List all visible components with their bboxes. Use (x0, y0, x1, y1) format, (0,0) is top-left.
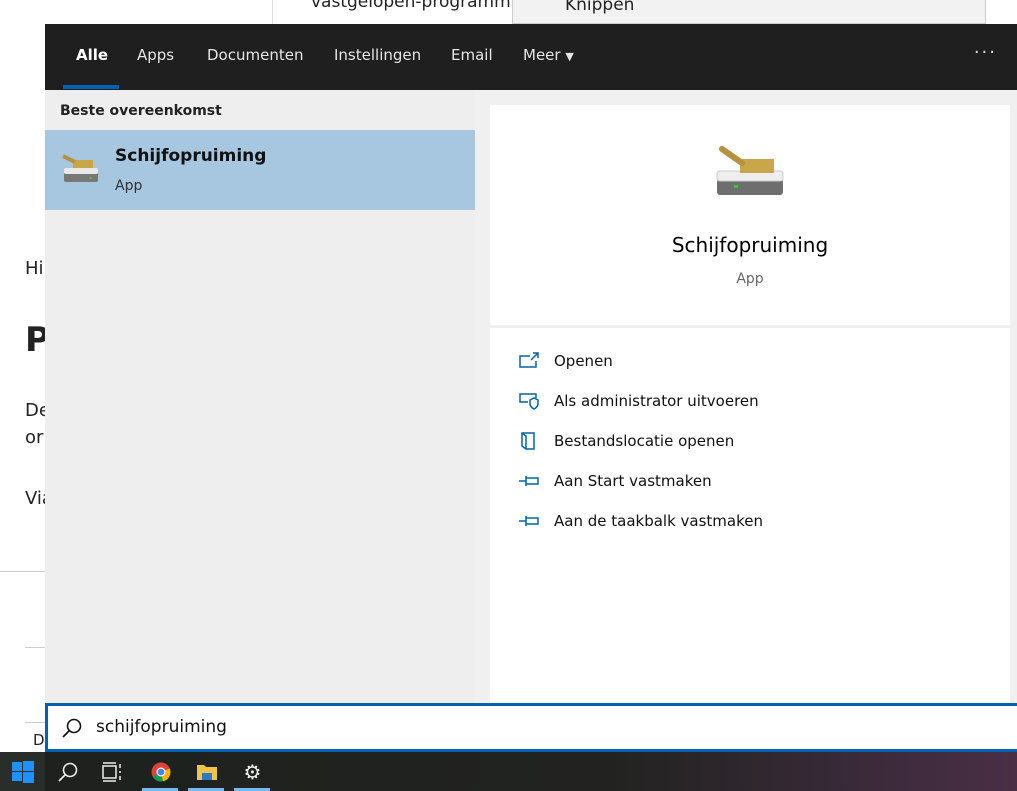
pin-icon (519, 476, 539, 486)
taskbar: ⚙ (0, 752, 1017, 791)
tab-meer[interactable]: Meer ▼ (523, 46, 574, 64)
settings-taskbar-button[interactable]: ⚙ (230, 752, 275, 791)
background-context-menu: Knippen (512, 0, 986, 24)
pin-icon (519, 516, 539, 526)
preview-type: App (736, 271, 764, 287)
preview-name: Schijfopruiming (671, 233, 829, 257)
disk-cleanup-icon (62, 154, 98, 182)
chevron-down-icon: ▼ (565, 50, 574, 63)
search-icon (57, 762, 77, 782)
gear-icon: ⚙ (243, 759, 262, 784)
result-type: App (115, 178, 143, 194)
tab-alle[interactable]: Alle (76, 46, 108, 64)
results-pane: Beste overeenkomst Schijfopruiming App (45, 90, 475, 704)
search-tabs: Alle Apps Documenten Instellingen Email … (45, 24, 1017, 90)
tab-apps[interactable]: Apps (137, 46, 174, 64)
open-icon (519, 352, 539, 368)
divider (25, 647, 45, 648)
best-match-item[interactable]: Schijfopruiming App (45, 130, 475, 210)
bg-text: Hi (25, 258, 44, 279)
divider (25, 722, 45, 723)
file-explorer-taskbar-button[interactable] (184, 752, 229, 791)
tab-meer-label: Meer (523, 46, 561, 64)
disk-cleanup-icon (716, 146, 784, 195)
background-window: vastgelopen-programm (272, 0, 512, 24)
action-label: Aan de taakbalk vastmaken (554, 512, 763, 530)
chrome-icon (151, 762, 170, 782)
bg-text: D (33, 731, 45, 749)
shield-icon (519, 393, 539, 410)
taskbar-search-button[interactable] (45, 752, 90, 791)
preview-card: Schijfopruiming App (490, 105, 1010, 325)
file-location-icon (521, 432, 535, 450)
action-label: Openen (554, 352, 613, 370)
section-title: Beste overeenkomst (60, 103, 222, 119)
action-open[interactable]: Openen (518, 352, 613, 370)
active-tab-indicator (63, 85, 119, 89)
windows-icon (11, 760, 34, 783)
actions-list: Openen Als administrator uitvoeren Besta… (490, 328, 1010, 704)
search-box[interactable]: schijfopruiming (45, 703, 1017, 752)
tab-instellingen[interactable]: Instellingen (334, 46, 421, 64)
action-run-as-admin[interactable]: Als administrator uitvoeren (518, 392, 759, 410)
bg-text: vastgelopen-programm (311, 0, 511, 12)
task-view-button[interactable] (90, 752, 135, 791)
bg-text: or (25, 427, 44, 448)
tab-email[interactable]: Email (451, 46, 493, 64)
tab-documenten[interactable]: Documenten (207, 46, 303, 64)
action-open-file-location[interactable]: Bestandslocatie openen (518, 432, 734, 450)
action-label: Als administrator uitvoeren (554, 392, 759, 410)
result-name: Schijfopruiming (115, 146, 267, 166)
search-input[interactable]: schijfopruiming (96, 717, 227, 737)
search-icon (62, 718, 82, 738)
action-label: Bestandslocatie openen (554, 432, 735, 450)
folder-icon (196, 764, 217, 780)
bg-menu-item: Knippen (565, 0, 635, 15)
chrome-taskbar-button[interactable] (138, 752, 183, 791)
start-button[interactable] (0, 752, 45, 791)
action-label: Aan Start vastmaken (554, 472, 712, 490)
search-window: Alle Apps Documenten Instellingen Email … (45, 24, 1017, 752)
action-pin-to-start[interactable]: Aan Start vastmaken (518, 472, 712, 490)
action-pin-to-taskbar[interactable]: Aan de taakbalk vastmaken (518, 512, 763, 530)
divider (0, 571, 45, 572)
task-view-icon (101, 761, 121, 782)
more-options-button[interactable]: ··· (974, 42, 997, 63)
